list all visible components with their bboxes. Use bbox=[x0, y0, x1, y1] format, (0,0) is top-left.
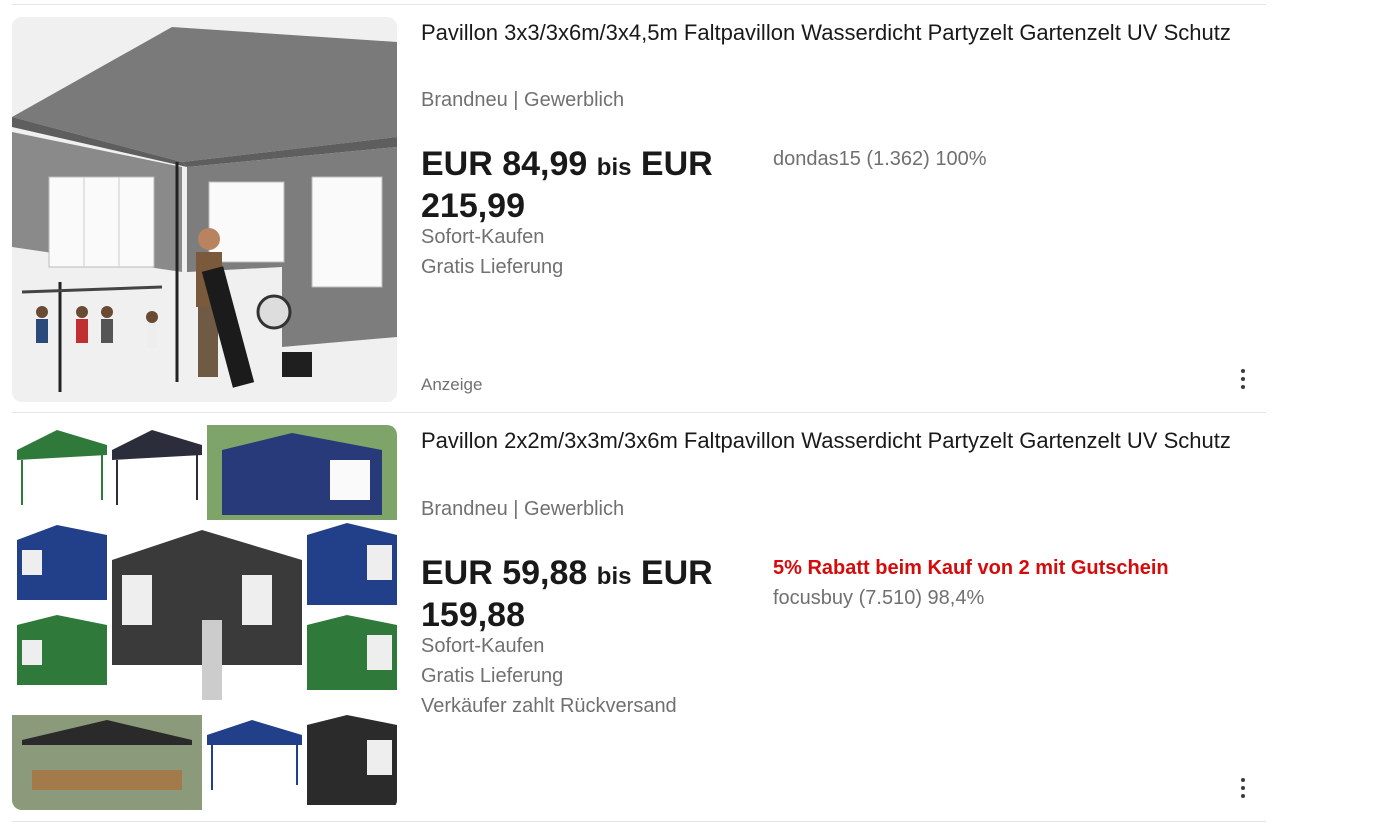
search-results-list: Pavillon 3x3/3x6m/3x4,5m Faltpavillon Wa… bbox=[0, 0, 1384, 823]
listing-condition: Brandneu | Gewerblich bbox=[421, 498, 625, 520]
listing-title-link[interactable]: Pavillon 2x2m/3x3m/3x6m Faltpavillon Was… bbox=[421, 425, 1261, 457]
seller-info: dondas15 (1.362) 100% bbox=[773, 148, 987, 170]
price-separator: bis bbox=[596, 154, 632, 181]
price-separator: bis bbox=[596, 563, 632, 590]
more-vertical-icon bbox=[1241, 776, 1245, 800]
listing-image[interactable] bbox=[12, 17, 397, 402]
coupon-promo-text[interactable]: 5% Rabatt beim Kauf von 2 mit Gutschein bbox=[773, 557, 1169, 580]
shipping-info: Gratis Lieferung bbox=[421, 665, 564, 687]
gazebo-photo bbox=[12, 17, 397, 402]
more-vertical-icon bbox=[1241, 367, 1245, 391]
price-from: EUR 59,88 bbox=[421, 554, 588, 592]
buy-format: Sofort-Kaufen bbox=[421, 226, 545, 248]
divider bbox=[12, 412, 1266, 413]
listing-title-link[interactable]: Pavillon 3x3/3x6m/3x4,5m Faltpavillon Wa… bbox=[421, 17, 1261, 49]
listing-price: EUR 59,88 bis EUR 159,88 bbox=[421, 554, 741, 635]
listing-price: EUR 84,99 bis EUR 215,99 bbox=[421, 145, 741, 226]
more-options-button[interactable] bbox=[1228, 364, 1258, 394]
seller-info: focusbuy (7.510) 98,4% bbox=[773, 587, 985, 609]
shipping-info: Gratis Lieferung bbox=[421, 256, 564, 278]
divider bbox=[12, 4, 1266, 5]
listing-item: Pavillon 2x2m/3x3m/3x6m Faltpavillon Was… bbox=[0, 425, 1384, 835]
more-options-button[interactable] bbox=[1228, 773, 1258, 803]
returns-info: Verkäufer zahlt Rückversand bbox=[421, 695, 677, 717]
divider bbox=[12, 821, 1266, 822]
listing-item: Pavillon 3x3/3x6m/3x4,5m Faltpavillon Wa… bbox=[0, 17, 1384, 427]
listing-image[interactable] bbox=[12, 425, 397, 810]
buy-format: Sofort-Kaufen bbox=[421, 635, 545, 657]
gazebo-collage-photo bbox=[12, 425, 397, 810]
listing-condition: Brandneu | Gewerblich bbox=[421, 89, 625, 111]
sponsored-label: Anzeige bbox=[421, 375, 483, 394]
price-from: EUR 84,99 bbox=[421, 145, 588, 183]
